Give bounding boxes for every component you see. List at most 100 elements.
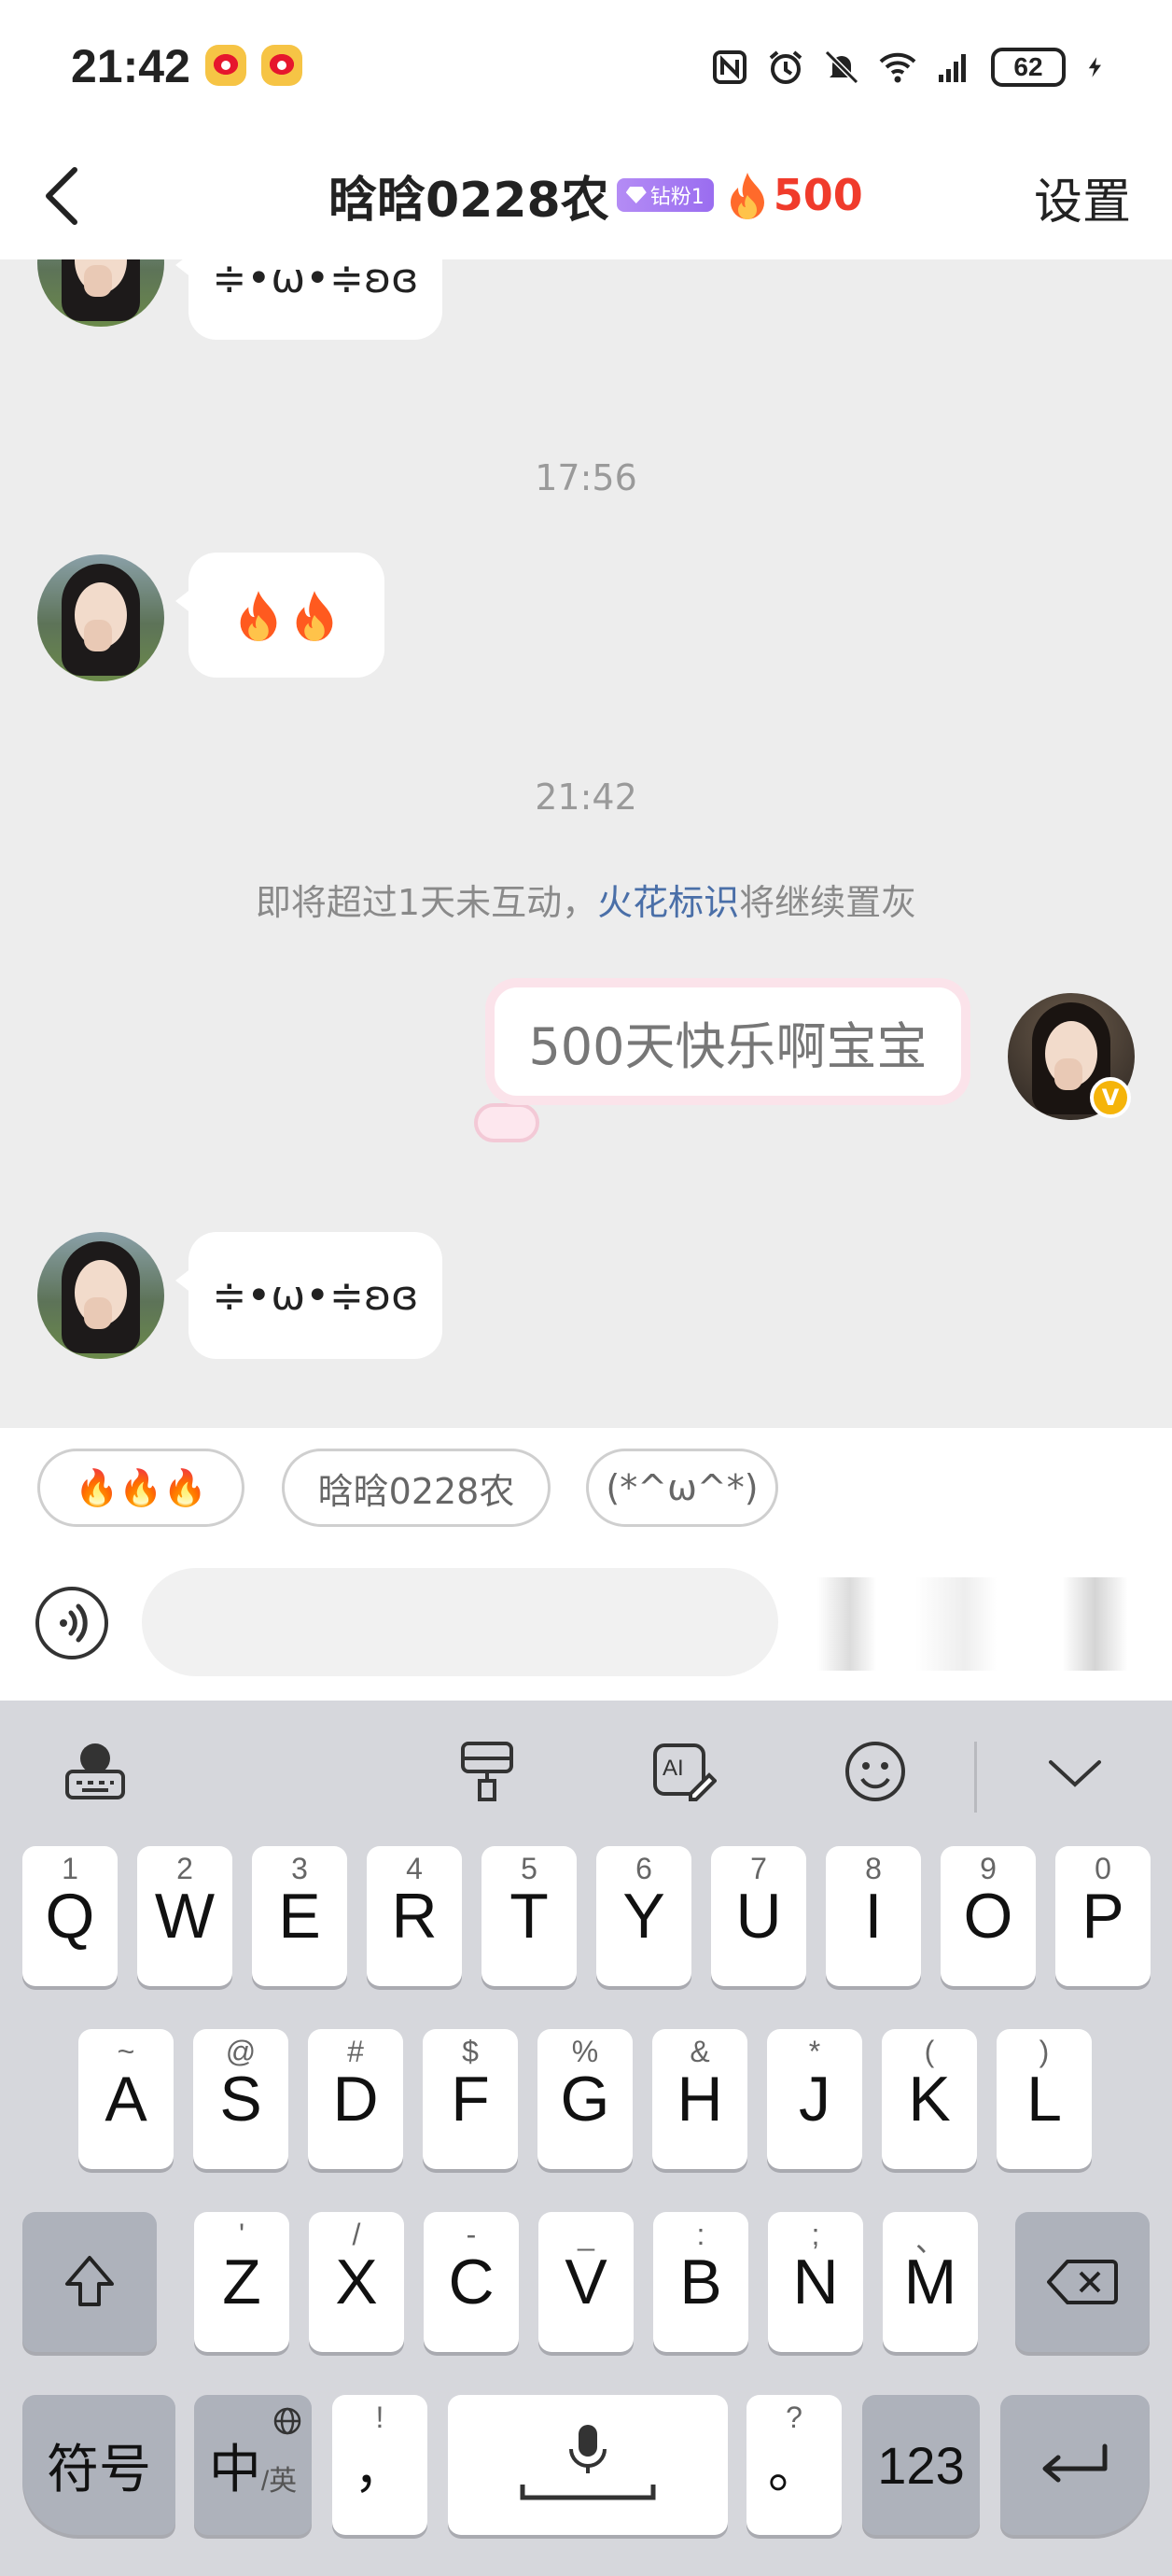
message-list[interactable]: ≑•ω•≑ʚɞ 17:56 21:42 即将超过1天未互动，火花标识将继续置灰 …: [0, 259, 1172, 1428]
key-label: I: [864, 1881, 883, 1952]
key-y[interactable]: 6Y: [596, 1846, 691, 1986]
period-label: 。: [768, 2439, 820, 2499]
key-label: S: [219, 2064, 262, 2135]
svg-text:AI: AI: [663, 1756, 684, 1781]
language-switch-key[interactable]: 中/英: [194, 2395, 312, 2535]
fan-badge-label: 钻粉1: [649, 186, 705, 209]
shift-key[interactable]: [22, 2212, 157, 2352]
key-d[interactable]: # D: [308, 2029, 403, 2169]
ai-edit-icon[interactable]: AI: [649, 1738, 717, 1805]
key-t[interactable]: 5T: [481, 1846, 577, 1986]
space-key[interactable]: [448, 2395, 728, 2535]
collapse-icon[interactable]: [1041, 1738, 1109, 1805]
quick-reply-chip[interactable]: (*^ω^*): [586, 1449, 778, 1527]
settings-button[interactable]: 设置: [1034, 162, 1131, 232]
enter-key[interactable]: [1000, 2395, 1150, 2535]
key-x[interactable]: / X: [309, 2212, 404, 2352]
key-f[interactable]: $ F: [423, 2029, 518, 2169]
key-a[interactable]: ~ A: [78, 2029, 174, 2169]
quick-reply-bar: 🔥🔥🔥 晗晗0228农 (*^ω^*): [0, 1428, 1172, 1549]
key-q[interactable]: 1Q: [22, 1846, 118, 1986]
key-u[interactable]: 7U: [711, 1846, 806, 1986]
signal-icon: [939, 54, 966, 82]
key-o[interactable]: 9O: [941, 1846, 1036, 1986]
key-s[interactable]: @ S: [193, 2029, 288, 2169]
spark-mark-link[interactable]: 火花标识: [597, 882, 739, 923]
backspace-key[interactable]: [1015, 2212, 1150, 2352]
key-n[interactable]: ; N: [768, 2212, 863, 2352]
message-bubble[interactable]: [175, 553, 384, 678]
key-h[interactable]: & H: [652, 2029, 747, 2169]
system-message: 即将超过1天未互动，火花标识将继续置灰: [255, 882, 917, 923]
weibo-notification-icon: [261, 45, 302, 86]
message-text: ≑•ω•≑ʚɞ: [212, 259, 419, 302]
message-bubble[interactable]: ≑•ω•≑ʚɞ: [175, 1232, 442, 1359]
fan-level-badge: 钻粉1: [616, 178, 714, 212]
chat-header: 晗晗0228农 钻粉1 500 设置: [0, 131, 1172, 259]
key-label: O: [963, 1881, 1013, 1952]
message-bubble[interactable]: ≑•ω•≑ʚɞ: [175, 259, 442, 340]
key-b[interactable]: :B: [653, 2212, 748, 2352]
brush-icon[interactable]: [453, 1738, 521, 1805]
diamond-icon: [625, 187, 647, 203]
special-message-bubble[interactable]: 500天快乐啊宝宝: [485, 978, 970, 1105]
spark-streak: 500: [727, 170, 863, 220]
voice-input-icon[interactable]: [35, 1587, 108, 1659]
mic-space-icon: [520, 2425, 656, 2500]
key-label: X: [335, 2247, 378, 2317]
fire-emoji: [240, 591, 277, 641]
key-c[interactable]: -C: [424, 2212, 519, 2352]
message-input[interactable]: [142, 1568, 778, 1676]
mute-icon: [824, 49, 859, 85]
key-v[interactable]: _ V: [538, 2212, 634, 2352]
message-text: ≑•ω•≑ʚɞ: [212, 1271, 419, 1320]
numbers-label: 123: [877, 2435, 965, 2495]
status-icons: 62: [711, 41, 1107, 93]
status-bar: 21:42 62: [0, 0, 1172, 131]
fire-icon: [730, 173, 764, 219]
key-i[interactable]: 8I: [826, 1846, 921, 1986]
message-text: 500天快乐啊宝宝: [528, 1016, 928, 1076]
period-key[interactable]: ? 。: [746, 2395, 842, 2535]
key-label: J: [799, 2064, 830, 2135]
input-bar: [0, 1549, 1172, 1701]
nfc-icon: [713, 50, 746, 84]
key-l[interactable]: ) L: [997, 2029, 1092, 2169]
emoji-icon[interactable]: [842, 1738, 909, 1805]
spark-count: 500: [773, 170, 863, 220]
comma-key[interactable]: ! ，: [332, 2395, 427, 2535]
contact-avatar[interactable]: [37, 1232, 164, 1359]
soft-keyboard: AI 1Q2W3E4R5T6Y7U8I9O0P ~ A @ S # D $ F% G & H * J(K…: [0, 1701, 1172, 2576]
key-r[interactable]: 4R: [367, 1846, 462, 1986]
status-time: 21:42: [71, 40, 190, 92]
chat-title-area[interactable]: 晗晗0228农 钻粉1 500: [328, 153, 863, 237]
key-p[interactable]: 0P: [1055, 1846, 1151, 1986]
numbers-key[interactable]: 123: [862, 2395, 980, 2535]
alarm-icon: [769, 50, 802, 84]
lang-label: 中: [208, 2439, 261, 2499]
key-k[interactable]: (K: [882, 2029, 977, 2169]
key-j[interactable]: * J: [767, 2029, 862, 2169]
key-label: V: [565, 2247, 607, 2317]
comma-label: ，: [354, 2439, 406, 2499]
lang-sub-label: /英: [260, 2466, 298, 2497]
key-m[interactable]: 、 M: [883, 2212, 978, 2352]
back-icon[interactable]: [37, 159, 93, 233]
key-label: K: [908, 2064, 951, 2135]
symbols-key[interactable]: 符号: [22, 2395, 175, 2535]
key-z[interactable]: ' Z: [194, 2212, 289, 2352]
quick-reply-chip[interactable]: 🔥🔥🔥: [37, 1449, 244, 1527]
input-actions-blurred[interactable]: [817, 1577, 1144, 1671]
key-w[interactable]: 2W: [137, 1846, 232, 1986]
key-label: B: [679, 2247, 722, 2317]
contact-avatar[interactable]: [37, 554, 164, 681]
key-e[interactable]: 3E: [252, 1846, 347, 1986]
decoration-bubble: [474, 1103, 539, 1142]
keyboard-toolbar: AI: [0, 1701, 1172, 1841]
weibo-notification-icon: [205, 45, 246, 86]
keyboard-globe-icon[interactable]: [62, 1738, 129, 1805]
key-label: W: [154, 1881, 216, 1952]
quick-reply-chip[interactable]: 晗晗0228农: [282, 1449, 551, 1527]
contact-avatar[interactable]: [37, 259, 164, 327]
key-g[interactable]: % G: [537, 2029, 633, 2169]
